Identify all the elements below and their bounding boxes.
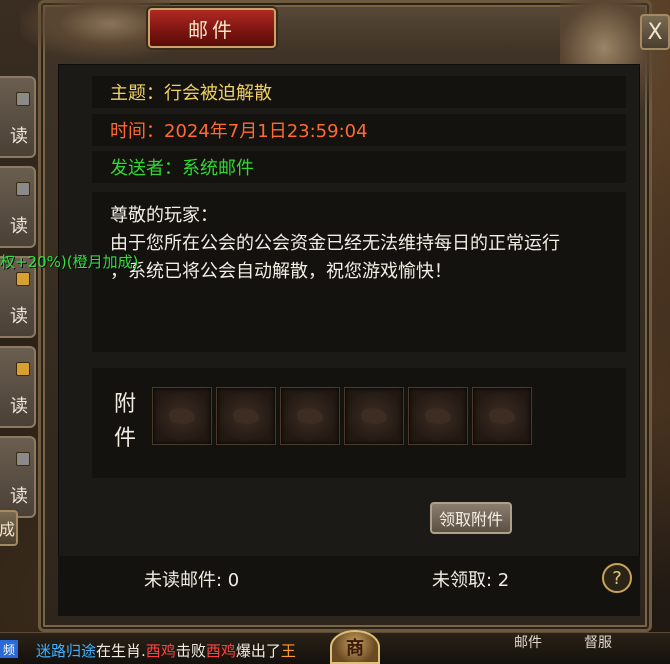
claim-attachment-button[interactable]: 领取附件 [430, 502, 512, 534]
buff-overlay-text: 权+20%)(橙月加成) [0, 253, 139, 271]
mail-body: 尊敬的玩家： 由于您所在公会的公会资金已经无法维持每日的正常运行 ，系统已将公会… [92, 192, 626, 352]
compose-label: 成 [0, 520, 15, 539]
unclaimed-count: 未领取: 2 [432, 570, 510, 591]
attachment-slot[interactable] [408, 387, 468, 445]
close-icon: X [647, 19, 663, 45]
mail-status-label: 读 [10, 126, 28, 147]
attachment-slot[interactable] [280, 387, 340, 445]
attachment-slot[interactable] [472, 387, 532, 445]
chat-channel-tag[interactable]: 频 [0, 640, 18, 658]
shop-button[interactable]: 商 [330, 630, 380, 664]
chat-item-name[interactable]: 王 [281, 642, 296, 660]
shop-icon: 商 [346, 638, 364, 659]
mail-body-line: ，系统已将公会自动解散，祝您游戏愉快！ [110, 261, 452, 282]
mail-time: 时间：2024年7月1日23:59:04 [92, 114, 626, 146]
attachment-slot[interactable] [344, 387, 404, 445]
gift-icon [16, 272, 30, 286]
mail-opened-icon [16, 452, 30, 466]
attachment-label: 附 件 [113, 392, 136, 451]
close-button[interactable]: X [640, 14, 670, 50]
question-icon: ? [612, 567, 622, 589]
unread-count: 未读邮件: 0 [144, 570, 240, 591]
mail-status-label: 读 [10, 486, 28, 507]
mail-list-item[interactable]: 读 [0, 76, 36, 158]
chat-player-name[interactable]: 迷路归途 [36, 642, 96, 660]
bottom-tab-server[interactable]: 督服 [584, 632, 612, 652]
compose-button[interactable]: 成 [0, 510, 18, 546]
mail-list-item[interactable]: 读 [0, 166, 36, 248]
window-title: 邮件 [188, 17, 236, 42]
mail-body-line: 由于您所在公会的公会资金已经无法维持每日的正常运行 [110, 233, 560, 254]
mail-subject: 主题：行会被迫解散 [92, 76, 626, 108]
mail-status-label: 读 [10, 216, 28, 237]
chat-monster-name: 酉鸡 [205, 642, 236, 660]
chat-monster-name: 酉鸡 [145, 642, 176, 660]
help-button[interactable]: ? [602, 563, 632, 593]
attachment-slot[interactable] [152, 387, 212, 445]
mail-list-item[interactable]: 读 [0, 346, 36, 428]
bottom-tab-mail[interactable]: 邮件 [514, 632, 542, 652]
window-title-plate: 邮件 [148, 8, 276, 48]
mail-opened-icon [16, 182, 30, 196]
mail-list-item[interactable]: 读 [0, 436, 36, 518]
attachment-slot[interactable] [216, 387, 276, 445]
mail-sender: 发送者：系统邮件 [92, 151, 626, 183]
mail-greeting: 尊敬的玩家： [110, 205, 218, 226]
mail-status-label: 读 [10, 306, 28, 327]
mail-opened-icon [16, 92, 30, 106]
mail-status-label: 读 [10, 396, 28, 417]
chat-message: 迷路归途在生肖.酉鸡击败酉鸡爆出了王 [36, 642, 296, 660]
gift-icon [16, 362, 30, 376]
